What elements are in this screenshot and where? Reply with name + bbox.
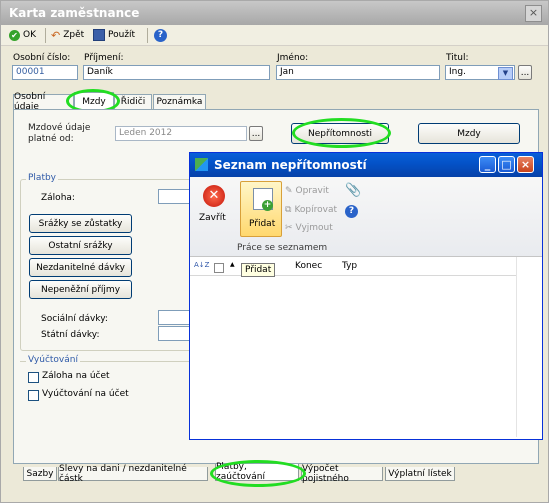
- surname-field[interactable]: Daník: [83, 65, 270, 80]
- apply-label: Použít: [108, 30, 136, 40]
- bottom-tab-payslip[interactable]: Výplatní lístek: [385, 467, 455, 481]
- toolbar-separator: [147, 28, 148, 43]
- close-ribbon-button[interactable]: ✕ Zavřít: [196, 183, 232, 229]
- title-select-value: Ing.: [449, 67, 466, 77]
- back-arrow-icon: ↶: [51, 28, 61, 42]
- copy-ribbon-label: Kopírovat: [294, 205, 337, 215]
- grid-header: A↓Z ▲ Konec Typ: [190, 259, 516, 276]
- advance-account-label: Záloha na účet: [42, 371, 110, 381]
- column-type[interactable]: Typ: [342, 261, 357, 271]
- title-ellipsis-button[interactable]: ...: [518, 65, 532, 80]
- maximize-button[interactable]: □: [498, 156, 515, 173]
- copy-icon: ⧉: [285, 205, 292, 215]
- grid-side: [516, 257, 541, 437]
- copy-ribbon-button[interactable]: ⧉ Kopírovat: [285, 204, 337, 216]
- cut-icon: ✂: [285, 223, 293, 233]
- ribbon: ✕ Zavřít + Přidat ✎ Opravit ⧉ Kopírovat …: [190, 177, 542, 257]
- absence-list-dialog: Seznam nepřítomností _ □ × ✕ Zavřít + Př…: [189, 152, 543, 440]
- title-select[interactable]: Ing. ▼: [445, 65, 515, 80]
- ok-label: OK: [23, 30, 36, 40]
- settlement-legend: Vyúčtování: [26, 355, 80, 365]
- valid-from-label-2: platné od:: [28, 134, 74, 144]
- help-button[interactable]: ?: [154, 28, 167, 42]
- payments-legend: Platby: [26, 173, 59, 183]
- tab-personal[interactable]: Osobní údaje: [13, 92, 74, 112]
- name-field[interactable]: Jan: [276, 65, 440, 80]
- close-ribbon-label: Zavřít: [199, 213, 226, 223]
- wages-button[interactable]: Mzdy: [418, 123, 520, 144]
- state-benefits-label: Státní dávky:: [41, 330, 100, 340]
- sort-icon[interactable]: A↓Z: [194, 261, 209, 269]
- advance-account-checkbox[interactable]: [28, 372, 39, 383]
- cut-ribbon-label: Vyjmout: [295, 223, 333, 233]
- valid-from-label-1: Mzdové údaje: [28, 123, 91, 133]
- bottom-tab-insurance[interactable]: Výpočet pojistného: [301, 464, 383, 484]
- cut-ribbon-button[interactable]: ✂ Vyjmout: [285, 222, 333, 234]
- chevron-down-icon[interactable]: ▼: [498, 67, 513, 80]
- column-end[interactable]: Konec: [295, 261, 322, 271]
- toolbar-separator: [45, 28, 46, 43]
- ok-button[interactable]: ✔ OK: [9, 28, 36, 42]
- advance-label: Záloha:: [41, 193, 75, 203]
- edit-ribbon-button[interactable]: ✎ Opravit: [285, 185, 329, 197]
- surname-label: Příjmení:: [84, 53, 124, 63]
- add-tooltip: Přidat: [241, 263, 276, 277]
- close-icon: ✕: [203, 185, 225, 207]
- edit-ribbon-label: Opravit: [295, 186, 329, 196]
- minimize-button[interactable]: _: [479, 156, 496, 173]
- back-label: Zpět: [63, 30, 85, 40]
- save-icon: [93, 29, 105, 41]
- add-ribbon-button[interactable]: + Přidat: [240, 181, 282, 237]
- ribbon-group-label: Práce se seznamem: [237, 243, 328, 253]
- lock-icon: [214, 263, 224, 273]
- bottom-tab-rates[interactable]: Sazby: [23, 467, 57, 481]
- window-close-button[interactable]: ×: [525, 5, 542, 22]
- settlement-account-label: Vyúčtování na účet: [42, 389, 129, 399]
- help-icon: ?: [154, 28, 167, 42]
- checkmark-icon: ✔: [9, 29, 20, 41]
- add-ribbon-label: Přidat: [249, 219, 276, 229]
- personal-number-field[interactable]: 00001: [12, 65, 78, 80]
- toolbar: ✔ OK ↶ Zpět Použít ?: [1, 25, 548, 46]
- title-label: Titul:: [446, 53, 469, 63]
- plus-icon: +: [262, 200, 273, 211]
- apply-button[interactable]: Použít: [93, 28, 135, 42]
- sort-arrow-icon: ▲: [230, 261, 235, 268]
- valid-from-field[interactable]: Leden 2012: [115, 126, 247, 141]
- nontaxable-benefits-button[interactable]: Nezdanitelné dávky: [29, 258, 132, 277]
- other-deductions-button[interactable]: Ostatní srážky: [29, 236, 132, 255]
- edit-icon: ✎: [285, 186, 293, 196]
- app-icon: [195, 158, 208, 171]
- valid-from-ellipsis-button[interactable]: ...: [249, 126, 263, 141]
- deductions-balance-button[interactable]: Srážky se zůstatky: [29, 214, 132, 233]
- dialog-title: Seznam nepřítomností: [214, 158, 367, 172]
- window-titlebar: Karta zaměstnance ×: [1, 1, 548, 25]
- window-title: Karta zaměstnance: [9, 6, 140, 20]
- dialog-close-button[interactable]: ×: [517, 156, 534, 173]
- nonmonetary-income-button[interactable]: Nepeněžní příjmy: [29, 280, 132, 299]
- highlight-ellipse: [292, 118, 391, 148]
- help-icon[interactable]: ?: [345, 205, 358, 218]
- settlement-account-checkbox[interactable]: [28, 390, 39, 401]
- bottom-tab-tax-reliefs[interactable]: Slevy na dani / nezdanitelné částk: [58, 464, 208, 484]
- social-benefits-label: Sociální dávky:: [41, 314, 108, 324]
- paperclip-icon[interactable]: 📎: [345, 183, 361, 198]
- highlight-ellipse: [210, 460, 306, 487]
- name-label: Jméno:: [277, 53, 309, 63]
- personal-number-label: Osobní číslo:: [13, 53, 71, 63]
- dialog-titlebar: Seznam nepřítomností _ □ ×: [190, 153, 542, 177]
- tab-note[interactable]: Poznámka: [153, 94, 206, 109]
- back-button[interactable]: ↶ Zpět: [51, 28, 84, 42]
